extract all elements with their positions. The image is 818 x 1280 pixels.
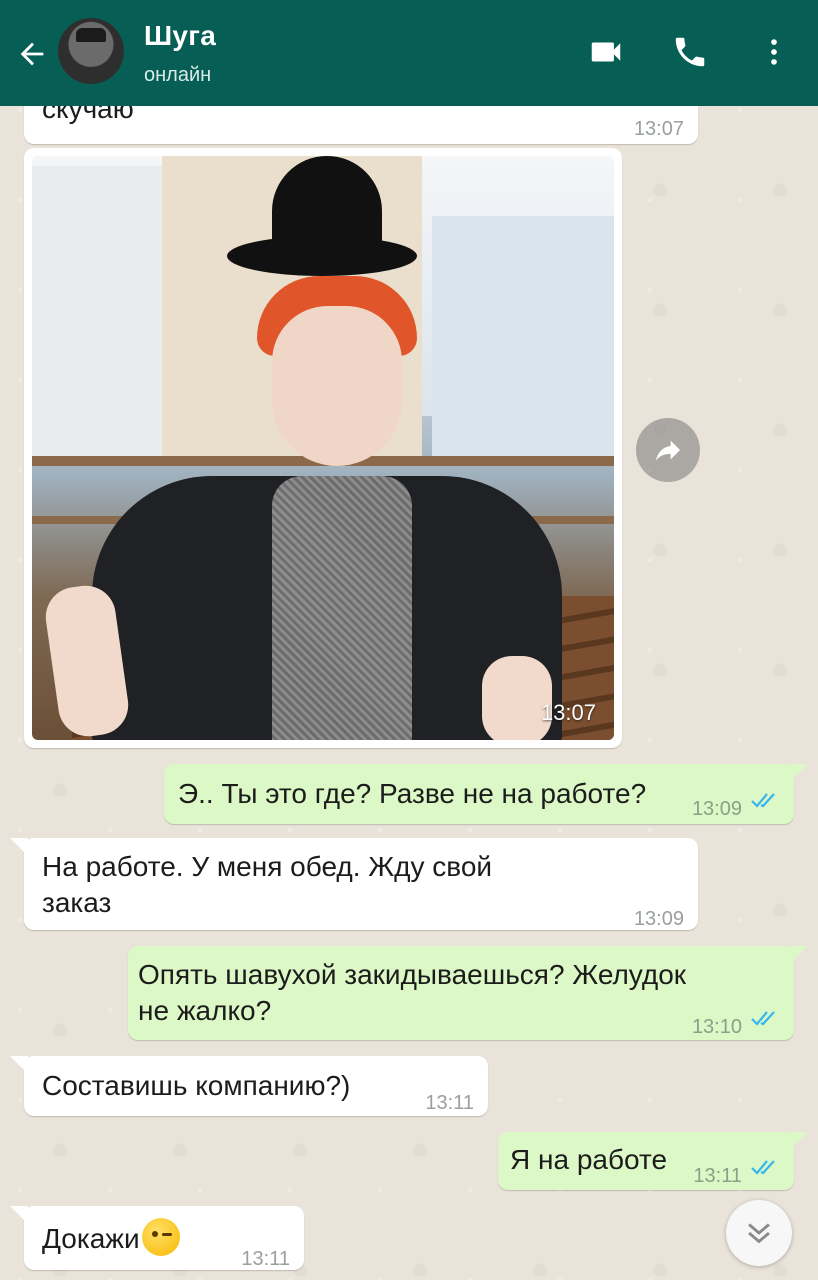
voice-call-button[interactable] [668,30,712,74]
double-check-icon [751,1160,775,1175]
bubble-tail [790,1132,808,1150]
chevron-double-down-icon [748,1223,770,1244]
forward-share-icon [656,440,680,461]
bubble-tail [10,838,28,856]
message-text: Докажи [42,1223,140,1254]
photo[interactable]: 13:07 [32,156,614,740]
bubble-tail [10,1056,28,1074]
message-time: 13:07 [633,118,684,140]
message-text-line2: заказ [42,887,112,918]
message-bubble-incoming[interactable]: На работе. У меня обед. Жду свой заказ 1… [10,838,698,930]
message-time: 13:11 [693,1165,742,1187]
message-bubble-incoming[interactable]: Докажи 13:11 [10,1206,304,1270]
message-bubble-outgoing[interactable]: Э.. Ты это где? Разве не на работе? 13:0… [164,764,808,824]
message-time: 13:07 [540,700,596,725]
double-check-icon [751,1011,775,1026]
message-text: Опять шавухой закидываешься? Желудок [138,959,687,990]
more-menu-button[interactable] [752,30,796,74]
contact-name[interactable]: Шуга [144,20,216,52]
video-call-button[interactable] [584,30,628,74]
message-bubble-outgoing[interactable]: Опять шавухой закидываешься? Желудок не … [128,946,808,1040]
message-bubble-outgoing[interactable]: Я на работе 13:11 [498,1132,808,1190]
scroll-to-bottom-button[interactable] [726,1200,792,1266]
chat-header: Шуга онлайн [0,0,818,106]
bubble-tail [10,1206,28,1224]
message-time: 13:09 [633,908,684,930]
more-vertical-icon [771,39,777,65]
double-check-icon [751,793,775,808]
avatar[interactable] [58,18,124,84]
message-time: 13:11 [241,1248,290,1270]
message-text: На работе. У меня обед. Жду свой [42,851,493,882]
message-bubble-incoming[interactable]: Составишь компанию?) 13:11 [10,1056,488,1116]
winking-face-emoji-icon [141,1218,180,1256]
message-time: 13:10 [691,1016,742,1038]
message-text: Составишь компанию?) [42,1070,351,1101]
forward-button[interactable] [636,418,700,482]
message-text: Я на работе [510,1144,668,1175]
message-time: 13:11 [425,1092,474,1114]
message-text: Э.. Ты это где? Разве не на работе? [178,778,647,809]
phone-icon [675,37,705,67]
arrow-left-icon [20,42,44,66]
back-button[interactable] [12,34,52,74]
bubble-tail [790,946,808,964]
message-text-wrap: Докажи [42,1218,180,1258]
image-message[interactable]: 13:07 [24,148,622,748]
video-camera-icon [591,42,621,62]
contact-status: онлайн [144,64,212,86]
message-text-line2: не жалко? [138,995,272,1026]
message-time: 13:09 [691,798,742,820]
bubble-tail [790,764,808,782]
